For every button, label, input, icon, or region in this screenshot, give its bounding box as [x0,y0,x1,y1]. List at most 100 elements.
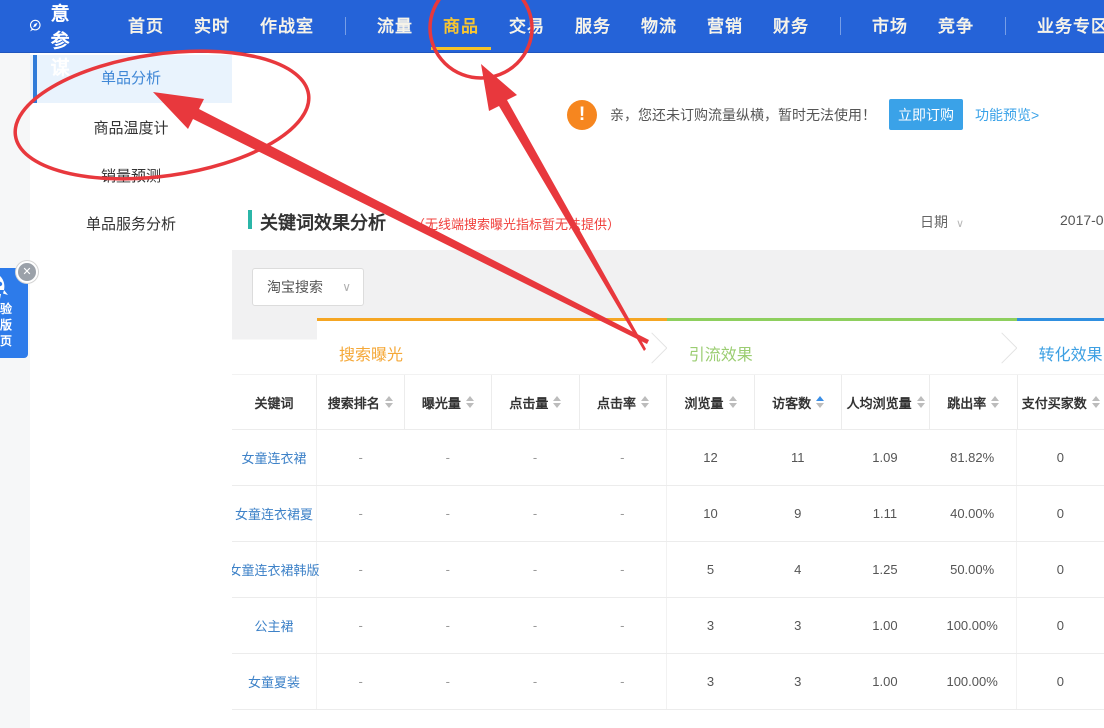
column-header-pageviews[interactable]: 浏览量 [666,375,754,429]
chevron-down-icon: ∨ [342,269,351,305]
keyword-link[interactable]: 女童连衣裙韩版 [229,560,320,579]
left-gutter [0,53,30,728]
table-row: 女童连衣裙韩版----541.2550.00%0 [232,542,1104,598]
table-cell: - [404,542,491,597]
nav-divider [1005,17,1006,35]
table-cell: 3 [666,598,754,653]
table-cell: 11 [754,430,841,485]
promo-close-icon[interactable]: ✕ [16,261,38,283]
order-now-button[interactable]: 立即订购 [889,99,963,130]
table-cell: 0 [1016,598,1104,653]
search-source-value: 淘宝搜索 [267,279,323,295]
table-cell: - [579,654,666,709]
table-row: 女童连衣裙夏----1091.1140.00%0 [232,486,1104,542]
nav-item-service[interactable]: 服务 [575,0,611,53]
table-cell: 100.00% [929,654,1016,709]
column-header-avg-pageviews[interactable]: 人均浏览量 [841,375,929,429]
search-source-select[interactable]: 淘宝搜索 ∨ [252,268,364,306]
table-cell: 3 [666,654,754,709]
table-cell: 0 [1016,654,1104,709]
nav-item-business-zone[interactable]: 业务专区 [1037,0,1104,53]
keyword-link[interactable]: 女童连衣裙 [241,448,306,467]
nav-item-home[interactable]: 首页 [128,0,164,53]
table-cell: - [404,430,491,485]
table-body: 女童连衣裙----12111.0981.82%0女童连衣裙夏----1091.1… [232,430,1104,710]
nav-item-finance[interactable]: 财务 [773,0,809,53]
table-cell: - [317,430,404,485]
nav-item-product[interactable]: 商品 [443,0,479,53]
table-cell: 1.00 [841,654,928,709]
sidebar: 单品分析商品温度计销量预测单品服务分析 [30,53,232,728]
date-dropdown[interactable]: 日期 ∨ [920,212,964,232]
keyword-cell: 公主裙 [232,598,317,653]
keyword-link[interactable]: 公主裙 [254,616,293,635]
date-label: 日期 [920,214,948,230]
table-cell: - [491,654,578,709]
column-header-clicks[interactable]: 点击量 [491,375,579,429]
sort-icon[interactable] [991,396,999,408]
main-content: ! 亲，您还未订购流量纵横，暂时无法使用！ 立即订购 功能预览> 关键词效果分析… [232,53,1104,728]
sort-icon[interactable] [466,396,474,408]
column-header-ctr[interactable]: 点击率 [579,375,667,429]
nav-item-realtime[interactable]: 实时 [194,0,230,53]
table-cell: - [491,598,578,653]
sort-icon[interactable] [641,396,649,408]
table-cell: 3 [754,598,841,653]
app-logo[interactable]: 生意参谋 [28,0,87,80]
table-cell: - [317,486,404,541]
keyword-link[interactable]: 女童连衣裙夏 [235,504,313,523]
column-header-bounce-rate[interactable]: 跳出率 [929,375,1017,429]
table-group-traffic-effect: 引流效果 [667,318,1017,374]
sidebar-item-item-service-analysis[interactable]: 单品服务分析 [30,201,232,249]
table-cell: 1.09 [841,430,928,485]
sidebar-item-product-thermometer[interactable]: 商品温度计 [30,105,232,153]
nav-item-logistics[interactable]: 物流 [641,0,677,53]
nav-item-war-room[interactable]: 作战室 [260,0,314,53]
sidebar-item-sales-forecast[interactable]: 销量预测 [30,153,232,201]
nav-divider [345,17,346,35]
sort-icon[interactable] [385,396,393,408]
promo-text-line: 体验 [0,301,14,317]
table-cell: 1.11 [841,486,928,541]
keyword-cell: 女童夏装 [232,654,317,709]
keyword-link[interactable]: 女童夏装 [248,672,300,691]
nav-item-marketing[interactable]: 营销 [707,0,743,53]
table-cell: - [317,598,404,653]
column-header-search-rank[interactable]: 搜索排名 [317,375,404,429]
group-keyword-gap [232,318,317,374]
nav-item-trade[interactable]: 交易 [509,0,545,53]
keyword-effect-table: 搜索曝光引流效果转化效果 关键词搜索排名曝光量点击量点击率浏览量访客数人均浏览量… [232,318,1104,728]
sort-icon[interactable] [553,396,561,408]
table-cell: - [579,542,666,597]
table-cell: - [404,598,491,653]
sort-icon[interactable] [1092,396,1100,408]
table-cell: - [579,430,666,485]
date-value: 2017-0 [1060,212,1104,228]
table-cell: 1.00 [841,598,928,653]
table-cell: 0 [1016,486,1104,541]
nav-item-competition[interactable]: 竞争 [938,0,974,53]
promo-text-line: 新版 [0,317,14,333]
table-group-label: 转化效果 [1039,341,1103,365]
table-group-label: 引流效果 [689,341,753,365]
section-accent-bar [248,210,252,229]
sort-icon[interactable] [816,396,824,408]
chevron-down-icon: ∨ [956,218,964,230]
nav-item-traffic[interactable]: 流量 [377,0,413,53]
nav-divider [840,17,841,35]
table-cell: - [579,598,666,653]
table-row: 女童夏装----331.00100.00%0 [232,654,1104,710]
table-cell: 12 [666,430,754,485]
column-header-exposure[interactable]: 曝光量 [404,375,492,429]
table-cell: 0 [1016,542,1104,597]
nav-item-market[interactable]: 市场 [872,0,908,53]
sort-icon[interactable] [917,396,925,408]
feature-preview-link[interactable]: 功能预览> [975,105,1039,125]
column-header-visitors[interactable]: 访客数 [754,375,842,429]
column-header-paying-buyers[interactable]: 支付买家数 [1017,375,1104,429]
table-cell: 9 [754,486,841,541]
table-cell: 10 [666,486,754,541]
table-cell: - [404,654,491,709]
sort-icon[interactable] [729,396,737,408]
table-group-header-row: 搜索曝光引流效果转化效果 [232,318,1104,375]
